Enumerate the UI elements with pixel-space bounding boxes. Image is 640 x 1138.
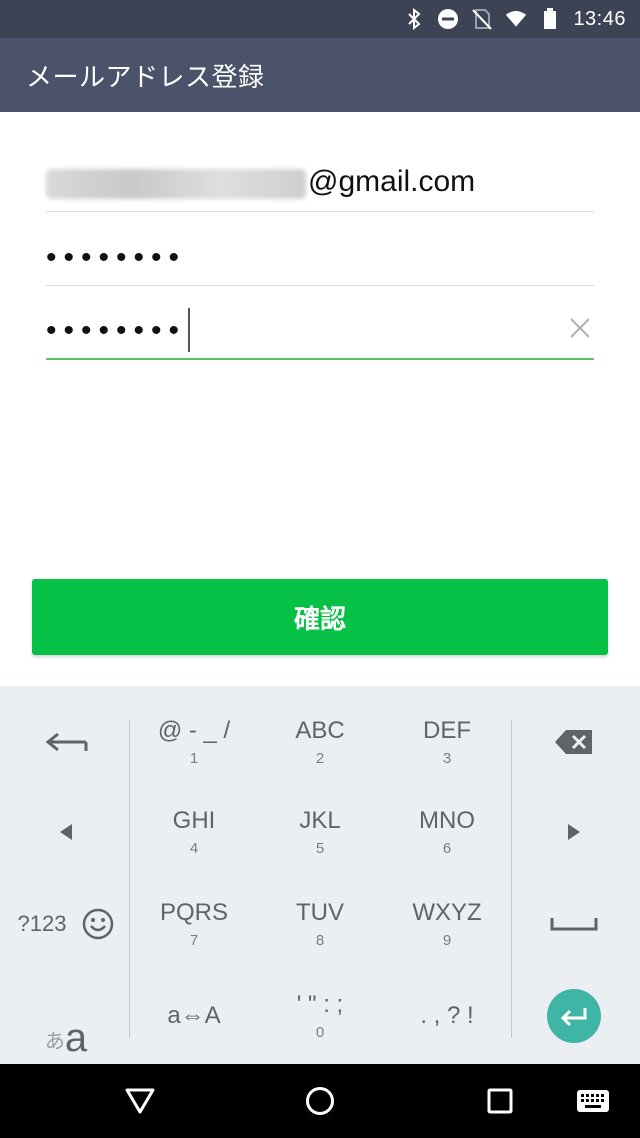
- kana-toggle-key[interactable]: あ a: [2, 970, 130, 1062]
- no-sim-icon: [471, 8, 493, 30]
- recents-button[interactable]: [460, 1064, 540, 1138]
- enter-key[interactable]: [510, 970, 638, 1062]
- recents-square-icon: [487, 1088, 513, 1114]
- back-triangle-icon: [125, 1088, 155, 1114]
- key-7[interactable]: PQRS 7: [130, 878, 258, 970]
- email-domain: @gmail.com: [308, 165, 476, 198]
- confirm-button[interactable]: 確認: [32, 579, 608, 655]
- text-caret: [188, 308, 191, 352]
- clear-input-button[interactable]: [566, 314, 594, 342]
- undo-arrow-icon: [45, 732, 88, 752]
- password-field[interactable]: ••••••••: [46, 214, 594, 286]
- key-4[interactable]: GHI 4: [130, 786, 258, 878]
- status-time: 13:46: [573, 7, 626, 30]
- alpha-big-label: a: [64, 1016, 88, 1060]
- punctuation-key[interactable]: . , ? !: [383, 970, 511, 1062]
- app-bar: メールアドレス登録: [0, 38, 640, 112]
- email-field[interactable]: @gmail.com: [46, 140, 594, 212]
- number-mode-key[interactable]: ?123: [18, 911, 67, 937]
- keyboard-switch-button[interactable]: [553, 1064, 633, 1138]
- arrow-left-icon: [60, 824, 72, 840]
- key-0[interactable]: ' " : ; 0: [256, 970, 384, 1062]
- backspace-key[interactable]: [510, 696, 638, 788]
- keyboard-icon: [577, 1090, 609, 1112]
- registration-form: @gmail.com •••••••• ••••••••: [46, 140, 594, 360]
- key-3[interactable]: DEF 3: [383, 696, 511, 788]
- key-2[interactable]: ABC 2: [256, 696, 384, 788]
- navigation-bar: [0, 1064, 640, 1138]
- key-1[interactable]: @ - _ / 1: [130, 696, 258, 788]
- undo-key[interactable]: [2, 696, 130, 788]
- password-value: ••••••••: [46, 241, 187, 274]
- kana-small-label: あ: [44, 1031, 65, 1053]
- password-confirm-field[interactable]: ••••••••: [46, 288, 594, 360]
- keyboard: @ - _ / 1 ABC 2 DEF 3 GHI 4 JKL 5 MNO 6 …: [0, 686, 640, 1064]
- key-8[interactable]: TUV 8: [256, 878, 384, 970]
- back-button[interactable]: [100, 1064, 180, 1138]
- mode-keys: ?123: [2, 878, 130, 970]
- cursor-left-key[interactable]: [2, 786, 130, 878]
- home-button[interactable]: [280, 1064, 360, 1138]
- enter-icon: [547, 989, 601, 1043]
- do-not-disturb-icon: [437, 8, 459, 30]
- arrow-right-icon: [568, 824, 580, 840]
- cursor-right-key[interactable]: [510, 786, 638, 878]
- page-title: メールアドレス登録: [26, 61, 265, 92]
- battery-icon: [539, 8, 561, 30]
- backspace-icon: [555, 730, 592, 754]
- close-icon: [570, 318, 590, 338]
- bluetooth-icon: [403, 8, 425, 30]
- wifi-icon: [505, 8, 527, 30]
- key-9[interactable]: WXYZ 9: [383, 878, 511, 970]
- key-6[interactable]: MNO 6: [383, 786, 511, 878]
- password-confirm-value: ••••••••: [46, 314, 187, 347]
- case-toggle-key[interactable]: a⇔A: [130, 970, 258, 1062]
- space-icon: [550, 918, 598, 931]
- home-circle-icon: [306, 1087, 334, 1115]
- key-5[interactable]: JKL 5: [256, 786, 384, 878]
- emoji-icon[interactable]: [82, 908, 114, 940]
- status-bar: 13:46: [0, 0, 640, 38]
- space-key[interactable]: [510, 878, 638, 970]
- email-local-part-redacted: [46, 169, 306, 199]
